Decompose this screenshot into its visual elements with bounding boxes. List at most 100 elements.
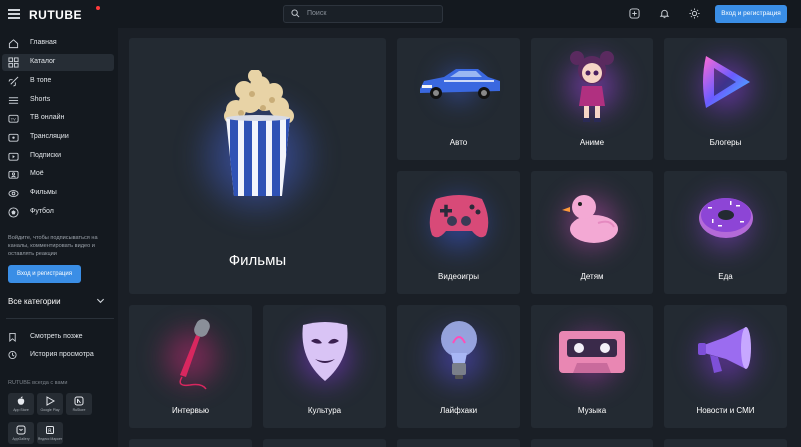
category-card-partial[interactable]	[531, 439, 653, 447]
sidebar-item-label: ТВ онлайн	[30, 114, 65, 121]
sidebar-item-label: Моё	[30, 170, 44, 177]
category-card-culture[interactable]: Культура	[263, 305, 386, 428]
sidebar-item-label: Главная	[30, 39, 57, 46]
sidebar-item-top[interactable]: В топе	[2, 73, 114, 90]
category-card-films[interactable]: Фильмы	[129, 38, 386, 294]
anime-girl-illustration	[570, 51, 614, 122]
donut-illustration	[698, 198, 753, 238]
sidebar-item-home[interactable]: Главная	[2, 35, 114, 52]
sidebar-item-tv[interactable]: TV ТВ онлайн	[2, 110, 114, 127]
sidebar-item-label: Трансляции	[30, 133, 69, 140]
category-card-interview[interactable]: Интервью	[129, 305, 252, 428]
card-label: Авто	[449, 138, 468, 147]
chevron-down-icon[interactable]	[96, 296, 105, 305]
appgallery-icon	[16, 425, 26, 435]
rubber-duck-illustration	[562, 195, 618, 243]
sidebar-item-label: В топе	[30, 77, 52, 84]
sidebar-login-button[interactable]: Вход и регистрация	[8, 265, 81, 283]
my-icon	[8, 170, 19, 179]
watch-later-link[interactable]: Смотреть позже	[30, 333, 83, 340]
rustore-icon	[74, 396, 84, 406]
category-card-auto[interactable]: Авто	[397, 38, 520, 160]
football-icon	[8, 207, 19, 218]
theme-icon[interactable]	[689, 8, 700, 19]
card-label: Фильмы	[228, 252, 287, 269]
google-play-badge[interactable]: Google Play	[37, 393, 63, 415]
card-label: Аниме	[579, 138, 605, 147]
cassette-illustration	[559, 331, 625, 373]
home-icon	[8, 39, 19, 49]
category-card-videogames[interactable]: Видеоигры	[397, 171, 520, 294]
history-link[interactable]: История просмотра	[30, 351, 94, 358]
category-card-partial[interactable]	[129, 439, 252, 447]
microphone-illustration	[179, 319, 210, 390]
bell-icon[interactable]	[659, 8, 670, 19]
card-label: Культура	[307, 406, 342, 415]
market-badge[interactable]: R Яндекс Маркет	[37, 422, 63, 444]
category-card-news[interactable]: Новости и СМИ	[664, 305, 787, 428]
history-icon	[8, 350, 17, 360]
play-button-illustration	[702, 56, 750, 108]
category-card-kids[interactable]: Детям	[531, 171, 653, 294]
sidebar-item-shorts[interactable]: Shorts	[2, 92, 114, 109]
broadcast-icon	[8, 133, 19, 142]
card-label: Интервью	[171, 406, 210, 415]
car-illustration	[419, 69, 500, 99]
rocket-icon	[8, 76, 19, 87]
category-card-partial[interactable]	[397, 439, 520, 447]
search-icon	[291, 9, 300, 18]
sidebar-item-my[interactable]: Моё	[2, 166, 114, 183]
divider	[6, 318, 114, 319]
sidebar-item-broadcasts[interactable]: Трансляции	[2, 129, 114, 146]
app-store-badge[interactable]: App Store	[8, 393, 34, 415]
category-card-partial[interactable]	[263, 439, 386, 447]
films-icon	[8, 190, 19, 197]
card-label: Блогеры	[709, 138, 742, 147]
card-label: Еда	[718, 272, 733, 281]
sidebar-item-films[interactable]: Фильмы	[2, 185, 114, 202]
app-label: Google Play	[40, 408, 60, 412]
card-label: Музыка	[577, 406, 607, 415]
sidebar-item-label: Shorts	[30, 96, 51, 103]
app-label: RuStore	[72, 408, 86, 412]
search-placeholder: Поиск	[307, 10, 327, 17]
category-card-anime[interactable]: Аниме	[531, 38, 653, 160]
logo[interactable]: RUTUBE	[29, 8, 82, 22]
search-input[interactable]: Поиск	[283, 5, 443, 23]
logo-dot	[96, 6, 100, 10]
category-card-music[interactable]: Музыка	[531, 305, 653, 428]
category-card-partial[interactable]	[664, 439, 787, 447]
app-label: AppGallery	[12, 437, 30, 441]
theater-mask-illustration	[301, 322, 348, 381]
apps-title: RUTUBE всегда с вами	[8, 380, 68, 386]
card-label: Видеоигры	[438, 272, 479, 281]
apple-icon	[17, 396, 25, 405]
upload-icon[interactable]	[629, 8, 640, 19]
sidebar-item-subscriptions[interactable]: Подписки	[2, 148, 114, 165]
svg-text:R: R	[48, 428, 52, 434]
sidebar-item-label: Фильмы	[30, 189, 57, 196]
popcorn-illustration	[223, 70, 294, 196]
sidebar-item-catalog[interactable]: Каталог	[2, 54, 114, 71]
sidebar-item-label: Футбол	[30, 208, 54, 215]
gamepad-illustration	[429, 195, 488, 238]
catalog-grid: Фильмы Авто Аниме Блогеры Видеоигры Детя…	[118, 28, 801, 447]
sidebar-item-label: Каталог	[30, 58, 56, 65]
sidebar-item-football[interactable]: Футбол	[2, 204, 114, 221]
all-categories-toggle[interactable]: Все категории	[8, 297, 61, 306]
app-label: Яндекс Маркет	[37, 437, 63, 441]
svg-text:TV: TV	[10, 117, 16, 122]
category-card-food[interactable]: Еда	[664, 171, 787, 294]
bookmark-icon	[9, 332, 16, 342]
login-button[interactable]: Вход и регистрация	[715, 5, 787, 23]
category-card-bloggers[interactable]: Блогеры	[664, 38, 787, 160]
rustore-badge[interactable]: RuStore	[66, 393, 92, 415]
category-card-lifehacks[interactable]: Лайфхаки	[397, 305, 520, 428]
header: RUTUBE Поиск Вход и регистрация	[0, 0, 801, 28]
menu-icon[interactable]	[8, 9, 20, 19]
login-promo-text: Войдите, чтобы подписываться на каналы, …	[8, 235, 98, 257]
sidebar: Главная Каталог В топе Shorts TV ТВ онла…	[0, 28, 118, 447]
appgallery-badge[interactable]: AppGallery	[8, 422, 34, 444]
lightbulb-illustration	[440, 321, 477, 379]
catalog-icon	[8, 57, 19, 68]
